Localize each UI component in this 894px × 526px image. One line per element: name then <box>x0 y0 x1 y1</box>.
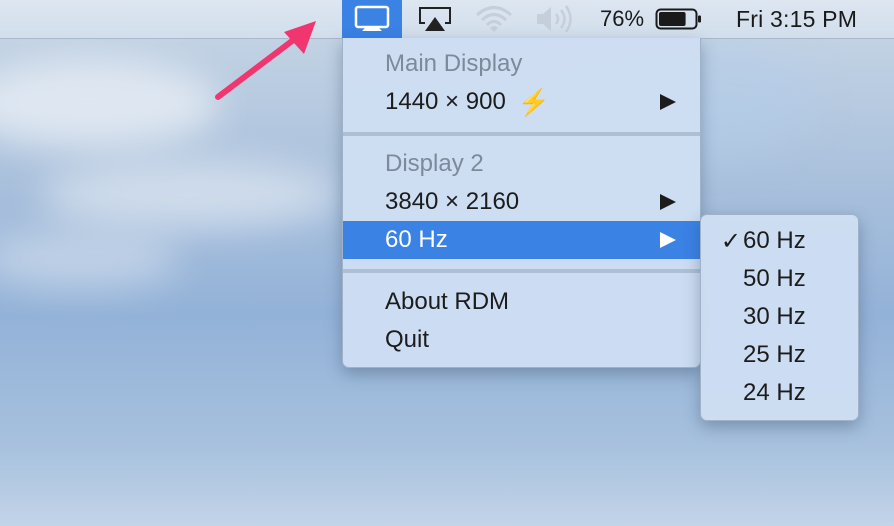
wifi-menu-extra[interactable] <box>472 0 516 38</box>
rdm-menu-extra[interactable] <box>342 0 402 38</box>
refresh-rate-option[interactable]: 50 Hz <box>701 260 858 298</box>
battery-icon <box>655 8 701 30</box>
about-rdm-item[interactable]: About RDM <box>343 283 700 321</box>
annotation-arrow-icon <box>215 21 316 100</box>
rdm-dropdown-menu: Main Display 1440 × 900 ⚡ Display 2 3840 … <box>342 38 701 368</box>
display-2-resolution-item[interactable]: 3840 × 2160 <box>343 183 700 221</box>
wifi-icon <box>476 6 512 32</box>
display-2-header-label: Display 2 <box>385 150 484 177</box>
main-display-header-label: Main Display <box>385 50 523 77</box>
battery-percent[interactable]: 76% <box>596 0 648 38</box>
submenu-arrow-icon <box>660 94 676 110</box>
quit-item[interactable]: Quit <box>343 321 700 359</box>
menu-bar-clock[interactable]: Fri 3:15 PM <box>736 0 894 38</box>
about-rdm-label: About RDM <box>385 288 510 315</box>
display-2-resolution-label: 3840 × 2160 <box>385 188 520 215</box>
main-display-resolution-item[interactable]: 1440 × 900 ⚡ <box>343 83 700 121</box>
quit-label: Quit <box>385 326 430 353</box>
volume-icon <box>537 5 572 33</box>
main-display-resolution-label: 1440 × 900 <box>385 87 506 115</box>
airplay-menu-extra[interactable] <box>414 0 456 38</box>
airplay-icon <box>419 7 451 31</box>
refresh-rate-label: 24 Hz <box>743 379 806 406</box>
display-2-refresh-item[interactable]: 60 Hz <box>343 221 700 259</box>
submenu-arrow-icon <box>660 232 676 248</box>
refresh-rate-option[interactable]: 30 Hz <box>701 298 858 336</box>
menu-separator <box>343 269 700 273</box>
volume-menu-extra[interactable] <box>530 0 580 38</box>
display-2-header: Display 2 <box>343 145 700 183</box>
display-2-refresh-label: 60 Hz <box>385 226 448 253</box>
refresh-rate-label: 30 Hz <box>743 303 806 330</box>
refresh-rate-label: 50 Hz <box>743 265 806 292</box>
refresh-rate-option[interactable]: ✓ 60 Hz <box>701 222 858 260</box>
battery-level-fill <box>659 12 686 26</box>
main-display-header: Main Display <box>343 45 700 83</box>
refresh-rate-submenu: ✓ 60 Hz 50 Hz 30 Hz 25 Hz 24 Hz <box>700 214 859 421</box>
wallpaper-cloud <box>0 60 220 150</box>
main-display-resolution-text: 1440 × 900 ⚡ <box>385 87 660 118</box>
submenu-arrow-icon <box>660 194 676 210</box>
wallpaper-cloud <box>0 230 180 290</box>
refresh-rate-option[interactable]: 25 Hz <box>701 336 858 374</box>
wallpaper-cloud <box>40 160 340 230</box>
menu-separator <box>343 132 700 136</box>
refresh-rate-label: 25 Hz <box>743 341 806 368</box>
menu-bar: 76% Fri 3:15 PM <box>0 0 894 39</box>
refresh-rate-label: 60 Hz <box>743 227 806 254</box>
checkmark-icon: ✓ <box>720 227 741 255</box>
lightning-bolt-icon: ⚡ <box>517 86 551 117</box>
display-icon <box>354 5 390 31</box>
refresh-rate-option[interactable]: 24 Hz <box>701 374 858 412</box>
battery-menu-extra[interactable] <box>654 0 704 38</box>
